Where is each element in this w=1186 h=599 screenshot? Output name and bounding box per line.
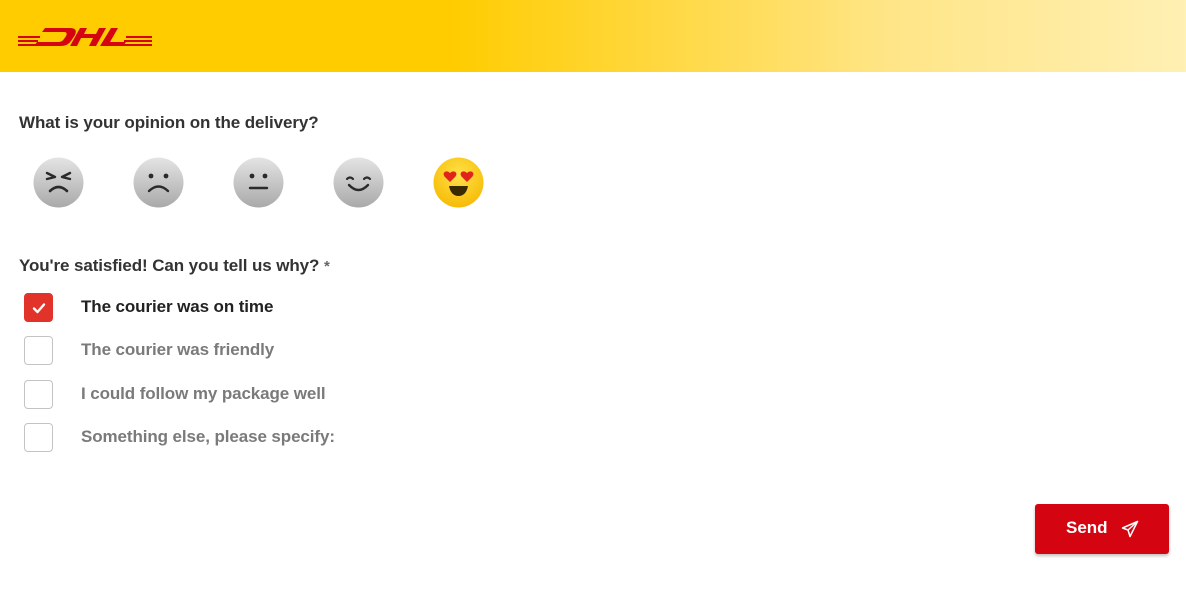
reason-option-on-time[interactable]: The courier was on time xyxy=(24,293,384,325)
reason-label-on-time: The courier was on time xyxy=(81,297,274,316)
checkmark-icon xyxy=(32,303,46,314)
reason-label-follow-package: I could follow my package well xyxy=(81,384,326,403)
smiling-face-icon[interactable] xyxy=(333,157,384,208)
checkbox-something-else[interactable] xyxy=(24,423,53,452)
dhl-logo xyxy=(18,26,152,48)
heart-eyes-face-icon[interactable] xyxy=(433,157,484,208)
reason-label-something-else: Something else, please specify: xyxy=(81,427,335,446)
checkbox-on-time[interactable] xyxy=(24,293,53,322)
angry-face-icon[interactable] xyxy=(33,157,84,208)
reason-option-follow-package[interactable]: I could follow my package well xyxy=(24,380,384,412)
reasons-question: You're satisfied! Can you tell us why? * xyxy=(19,256,330,276)
paper-plane-icon xyxy=(1121,520,1139,543)
reason-option-friendly[interactable]: The courier was friendly xyxy=(24,336,384,368)
checkbox-follow-package[interactable] xyxy=(24,380,53,409)
header-bar xyxy=(0,0,1186,72)
required-marker: * xyxy=(323,258,330,275)
reason-option-something-else[interactable]: Something else, please specify: xyxy=(24,423,384,455)
neutral-face-icon[interactable] xyxy=(233,157,284,208)
reasons-question-text: You're satisfied! Can you tell us why? xyxy=(19,256,320,275)
sad-face-icon[interactable] xyxy=(133,157,184,208)
dhl-logo-mark xyxy=(18,28,152,46)
checkbox-friendly[interactable] xyxy=(24,336,53,365)
send-button-label: Send xyxy=(1066,518,1108,537)
reason-label-friendly: The courier was friendly xyxy=(81,340,275,359)
rating-question: What is your opinion on the delivery? xyxy=(19,113,319,132)
send-button[interactable]: Send xyxy=(1035,504,1169,554)
